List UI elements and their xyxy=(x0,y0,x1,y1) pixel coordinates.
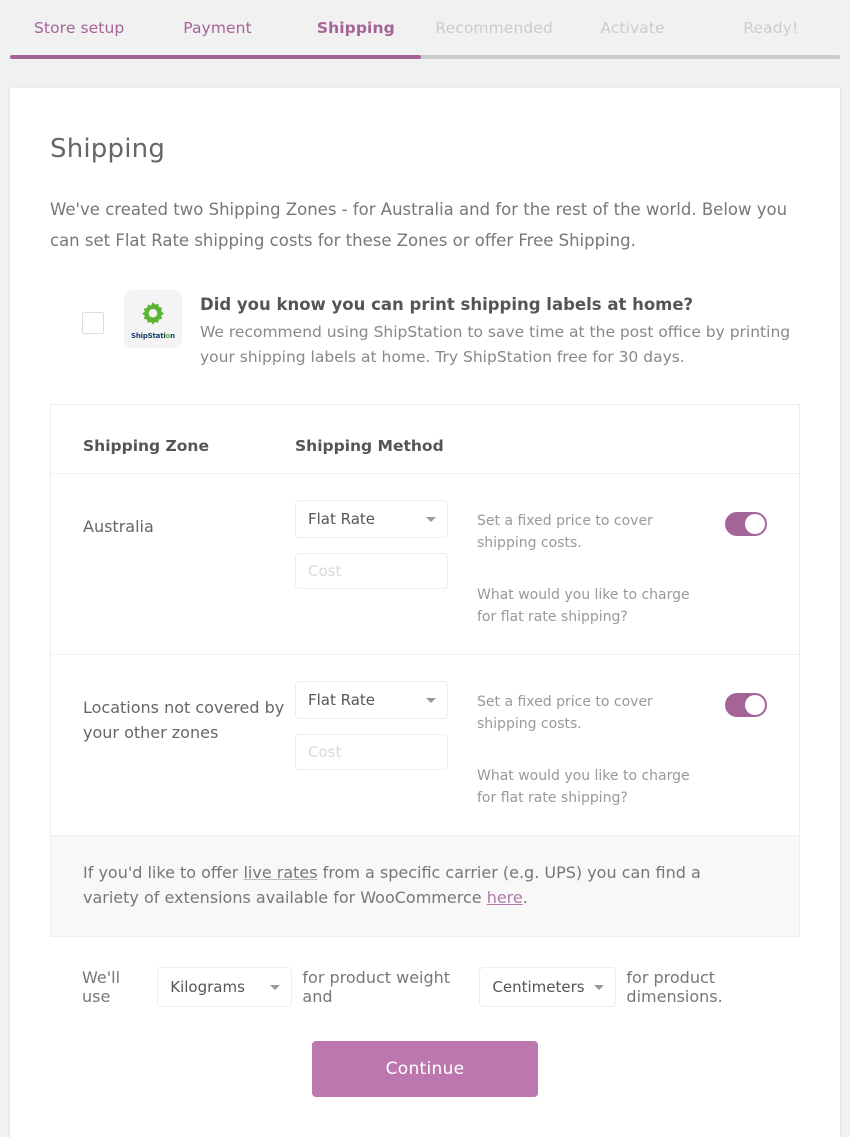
zone-toggle-cell xyxy=(707,681,767,717)
live-rates-tooltip-link[interactable]: live rates xyxy=(243,863,317,882)
cost-description: What would you like to charge for flat r… xyxy=(477,587,690,625)
select-value: Centimeters xyxy=(492,978,585,996)
zone-descriptions: Set a fixed price to cover shipping cost… xyxy=(473,500,707,628)
note-text-before: If you'd like to offer xyxy=(83,863,244,882)
step-label: Activate xyxy=(600,19,665,37)
shipstation-description: We recommend using ShipStation to save t… xyxy=(200,323,791,366)
chevron-down-icon xyxy=(426,517,436,522)
zone-name: Australia xyxy=(83,517,154,536)
cost-description: What would you like to charge for flat r… xyxy=(477,768,690,806)
zone-toggle-cell xyxy=(707,500,767,536)
shipping-setup-card: Shipping We've created two Shipping Zone… xyxy=(10,88,840,1137)
toggle-knob xyxy=(745,695,765,715)
wordmark-part-a: ShipStati xyxy=(131,332,166,340)
step-recommended[interactable]: Recommended xyxy=(425,18,563,38)
wordmark-part-b: n xyxy=(170,332,175,340)
step-ready[interactable]: Ready! xyxy=(702,18,840,38)
select-value: Flat Rate xyxy=(308,510,376,528)
units-suffix-label: for product dimensions. xyxy=(626,968,723,1006)
dimension-unit-select[interactable]: Centimeters xyxy=(479,967,617,1007)
shipstation-title: Did you know you can print shipping labe… xyxy=(200,295,694,314)
step-label: Store setup xyxy=(33,19,125,37)
select-value: Flat Rate xyxy=(308,691,376,709)
extensions-here-link[interactable]: here xyxy=(487,888,523,907)
step-activate[interactable]: Activate xyxy=(563,18,701,38)
units-prefix-label: We'll use xyxy=(82,968,121,1006)
method-description: Set a fixed price to cover shipping cost… xyxy=(477,513,653,551)
shipping-zones-table: Shipping Zone Shipping Method Australia … xyxy=(50,404,800,937)
header-shipping-method: Shipping Method xyxy=(295,437,444,455)
shipstation-logo: ShipStation xyxy=(124,290,182,348)
table-row: Locations not covered by your other zone… xyxy=(51,654,799,835)
live-rates-note: If you'd like to offer live rates from a… xyxy=(51,835,799,936)
note-text-after: . xyxy=(522,888,528,907)
page-title: Shipping xyxy=(50,134,166,164)
step-payment[interactable]: Payment xyxy=(148,18,286,38)
step-store-setup[interactable]: Store setup xyxy=(10,18,148,38)
step-label: Shipping xyxy=(316,19,395,37)
shipstation-copy: Did you know you can print shipping labe… xyxy=(200,290,800,370)
chevron-down-icon xyxy=(426,698,436,703)
shipstation-checkbox[interactable] xyxy=(82,312,104,334)
step-label: Ready! xyxy=(743,19,799,37)
step-labels: Store setup Payment Shipping Recommended… xyxy=(10,18,840,38)
intro-text: We've created two Shipping Zones - for A… xyxy=(50,200,788,250)
cost-input-australia[interactable] xyxy=(295,553,448,589)
continue-button[interactable]: Continue xyxy=(312,1041,538,1097)
table-row: Australia Flat Rate Set a fixed price to… xyxy=(51,473,799,654)
zone-enabled-toggle-rest-of-world[interactable] xyxy=(725,693,767,717)
zone-enabled-toggle-australia[interactable] xyxy=(725,512,767,536)
units-row: We'll use Kilograms for product weight a… xyxy=(50,967,800,1007)
units-middle-label: for product weight and xyxy=(302,968,451,1006)
zone-fields: Flat Rate xyxy=(295,500,473,589)
zone-descriptions: Set a fixed price to cover shipping cost… xyxy=(473,681,707,809)
progress-fill xyxy=(10,55,421,59)
toggle-knob xyxy=(745,514,765,534)
gear-icon xyxy=(142,301,164,325)
setup-wizard-steps: Store setup Payment Shipping Recommended… xyxy=(0,0,850,119)
zones-table-header: Shipping Zone Shipping Method xyxy=(51,405,799,473)
header-shipping-zone: Shipping Zone xyxy=(83,437,209,455)
method-description: Set a fixed price to cover shipping cost… xyxy=(477,694,653,732)
chevron-down-icon xyxy=(270,985,281,990)
select-value: Kilograms xyxy=(170,978,245,996)
shipping-method-select-rest-of-world[interactable]: Flat Rate xyxy=(295,681,448,719)
step-shipping[interactable]: Shipping xyxy=(287,18,425,38)
zone-fields: Flat Rate xyxy=(295,681,473,770)
weight-unit-select[interactable]: Kilograms xyxy=(157,967,293,1007)
zone-name: Locations not covered by your other zone… xyxy=(83,698,285,742)
progress-track xyxy=(10,55,840,119)
shipstation-promo: ShipStation Did you know you can print s… xyxy=(50,290,800,370)
shipstation-wordmark: ShipStation xyxy=(131,332,175,340)
actions: Continue xyxy=(50,1041,800,1097)
live-rates-text: If you'd like to offer live rates from a… xyxy=(83,860,743,910)
step-label: Payment xyxy=(183,19,252,37)
cost-input-rest-of-world[interactable] xyxy=(295,734,448,770)
shipping-method-select-australia[interactable]: Flat Rate xyxy=(295,500,448,538)
chevron-down-icon xyxy=(594,985,605,990)
step-label: Recommended xyxy=(435,19,553,37)
